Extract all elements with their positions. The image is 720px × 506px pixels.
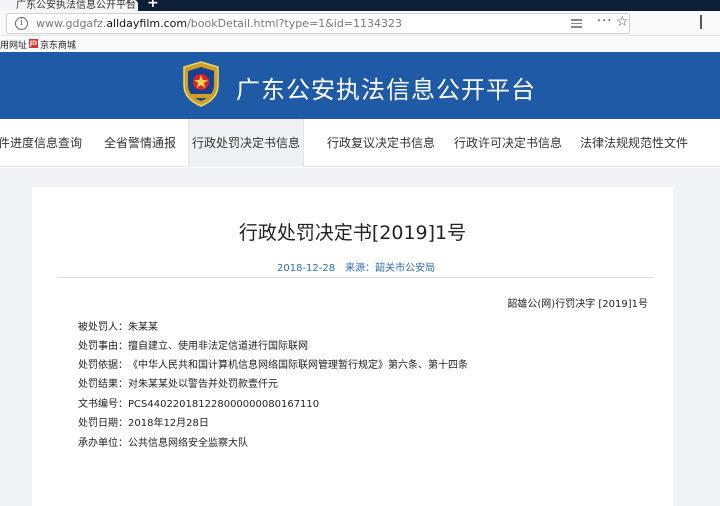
field-label: 被处罚人： — [78, 322, 128, 333]
bookmark-item[interactable]: 京东商城 — [40, 38, 76, 51]
browser-toolbar: i www.gdgafz.alldayfilm.com/bookDetail.h… — [0, 11, 720, 36]
site-title: 广东公安执法信息公开平台 — [236, 76, 536, 104]
bookmarks-bar: 用网址 JD 京东商城 — [0, 37, 720, 52]
field-handling-unit: 承办单位：公共信息网络安全监察大队 — [78, 434, 248, 449]
field-value: 2018年12月28日 — [128, 418, 209, 429]
tab-close-icon[interactable]: × — [124, 0, 132, 7]
info-icon[interactable]: i — [15, 17, 28, 30]
field-value: 擅自建立、使用非法定信道进行国际联网 — [128, 341, 308, 352]
field-penalty-date: 处罚日期：2018年12月28日 — [78, 414, 209, 429]
field-value: 对朱某某处以警告并处罚款壹仟元 — [128, 379, 278, 390]
browser-tab[interactable]: 广东公安执法信息公开平台 × — [0, 0, 138, 11]
tab-title: 广东公安执法信息公开平台 — [16, 0, 136, 11]
field-label: 处罚依据： — [78, 360, 128, 371]
field-value: 公共信息网络安全监察大队 — [128, 438, 248, 449]
document-meta: 2018-12-28 来源：韶关市公安局 — [277, 259, 445, 274]
new-tab-icon[interactable]: + — [147, 0, 159, 11]
field-label: 文书编号： — [78, 399, 128, 410]
library-icon[interactable] — [700, 15, 702, 29]
divider — [57, 277, 654, 278]
bookmark-item[interactable]: 用网址 — [0, 38, 27, 51]
field-reason: 处罚事由：擅自建立、使用非法定信道进行国际联网 — [78, 337, 308, 352]
field-label: 处罚日期： — [78, 418, 128, 429]
browser-tabstrip: 广东公安执法信息公开平台 × + — [0, 0, 720, 11]
document-title: 行政处罚决定书[2019]1号 — [238, 222, 467, 244]
publish-date: 2018-12-28 — [277, 263, 336, 274]
bookmark-star-icon[interactable]: ☆ — [616, 14, 629, 30]
field-result: 处罚结果：对朱某某处以警告并处罚款壹仟元 — [78, 375, 278, 390]
field-value: PCS440220181228000000080167110 — [128, 399, 320, 410]
field-document-code: 文书编号：PCS440220181228000000080167110 — [78, 395, 319, 410]
field-value: 朱某某 — [128, 322, 158, 333]
url-bar[interactable]: i www.gdgafz.alldayfilm.com/bookDetail.h… — [6, 13, 630, 34]
nav-item-penalty-decisions[interactable]: 行政处罚决定书信息 — [188, 119, 304, 167]
field-penalized-person: 被处罚人：朱某某 — [78, 318, 158, 333]
nav-item-police-report[interactable]: 全省警情通报 — [104, 119, 176, 167]
document-number: 韶雄公(网)行罚决字 [2019]1号 — [507, 299, 648, 310]
field-value: 《中华人民共和国计算机信息网络国际联网管理暂行规定》第六条、第十四条 — [128, 360, 468, 371]
field-legal-basis: 处罚依据：《中华人民共和国计算机信息网络国际联网管理暂行规定》第六条、第十四条 — [78, 356, 468, 371]
field-label: 承办单位： — [78, 438, 128, 449]
document-source: 来源：韶关市公安局 — [345, 263, 436, 274]
nav-item-review-decisions[interactable]: 行政复议决定书信息 — [327, 119, 435, 167]
field-label: 处罚结果： — [78, 379, 128, 390]
police-emblem-icon — [183, 61, 219, 107]
url-text[interactable]: www.gdgafz.alldayfilm.com/bookDetail.htm… — [36, 17, 402, 30]
main-nav: 件进度信息查询 全省警情通报 行政处罚决定书信息 行政复议决定书信息 行政许可决… — [0, 119, 720, 167]
jd-logo-icon: JD — [29, 39, 38, 48]
nav-item-license-decisions[interactable]: 行政许可决定书信息 — [454, 119, 562, 167]
reader-view-icon[interactable] — [571, 19, 582, 28]
more-actions-icon[interactable]: ··· — [597, 14, 612, 29]
nav-item-laws-regulations[interactable]: 法律法规规范性文件 — [580, 119, 688, 167]
field-label: 处罚事由： — [78, 341, 128, 352]
nav-item-progress-query[interactable]: 件进度信息查询 — [0, 119, 82, 167]
